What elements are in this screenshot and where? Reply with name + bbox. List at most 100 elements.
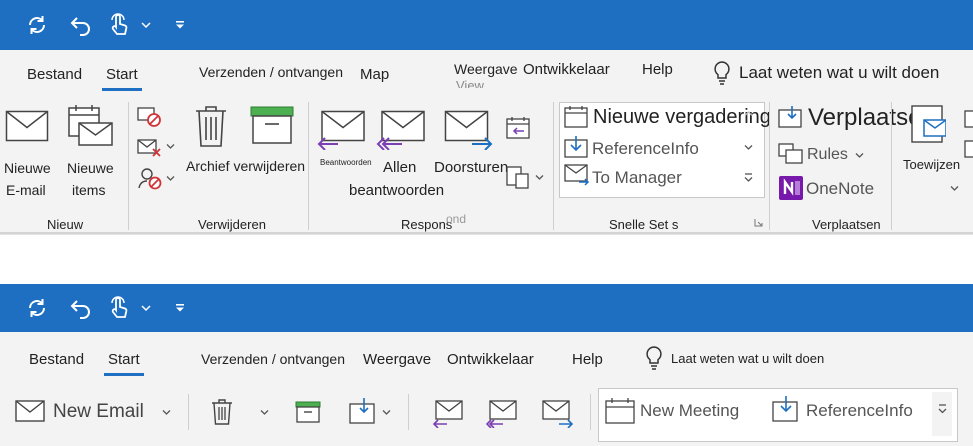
tab-send-receive[interactable]: Verzenden / ontvangen — [199, 64, 343, 80]
reference-info-icon[interactable] — [772, 396, 800, 422]
forward-icon[interactable] — [542, 400, 574, 428]
chevron-down-icon[interactable] — [162, 409, 171, 416]
assign-label[interactable]: Toewijzen — [903, 157, 960, 172]
reference-info-icon[interactable] — [564, 136, 588, 158]
group-label-move: Verplaatsen — [812, 217, 881, 232]
calendar-icon[interactable] — [605, 398, 635, 424]
quick-step-reference-info[interactable]: ReferenceInfo — [592, 139, 699, 159]
new-email-label-1[interactable]: Nieuwe — [4, 160, 51, 176]
ribbon-tabs: Bestand Start Verzenden / ontvangen Map … — [0, 50, 973, 96]
forward-label[interactable]: Doorsturen — [434, 159, 508, 176]
new-email-button[interactable]: New Email — [53, 401, 144, 423]
new-items-icon[interactable] — [66, 104, 114, 148]
group-label-delete: Verwijderen — [198, 217, 266, 232]
move-icon[interactable] — [349, 398, 377, 424]
separator — [188, 394, 189, 430]
reply-icon[interactable] — [432, 400, 464, 428]
tab-developer[interactable]: Ontwikkelaar — [523, 61, 610, 78]
junk-icon[interactable] — [137, 166, 163, 190]
separator — [891, 102, 892, 230]
chevron-down-icon[interactable] — [260, 409, 269, 416]
new-email-label-2[interactable]: E-mail — [6, 182, 46, 198]
tag-icon[interactable] — [964, 140, 973, 158]
gallery-more-icon[interactable] — [744, 173, 753, 183]
customize-toolbar-icon[interactable] — [172, 0, 188, 50]
group-label-quick-steps: Snelle Set s — [609, 217, 679, 232]
mail-icon[interactable] — [15, 400, 45, 422]
rules-label[interactable]: Rules — [807, 146, 848, 164]
tab-developer[interactable]: Ontwikkelaar — [447, 351, 534, 368]
chevron-down-icon[interactable] — [138, 0, 154, 50]
ribbon-tabs: Bestand Start Verzenden / ontvangen Weer… — [0, 332, 973, 382]
group-label-respond-ghost: ond — [446, 212, 467, 226]
chevron-down-icon[interactable] — [855, 152, 864, 159]
tab-help[interactable]: Help — [642, 61, 673, 78]
assign-policy-icon[interactable] — [910, 104, 946, 148]
undo-icon[interactable] — [66, 0, 96, 50]
sync-icon[interactable] — [22, 0, 52, 50]
dialog-launcher-icon[interactable] — [754, 218, 763, 227]
chevron-down-icon[interactable] — [535, 174, 544, 181]
delete-icon[interactable] — [194, 104, 228, 148]
rules-icon[interactable] — [778, 143, 804, 165]
onenote-icon[interactable] — [779, 176, 803, 200]
tell-me-box[interactable]: Laat weten wat u wilt doen — [671, 351, 824, 366]
tab-send-receive[interactable]: Verzenden / ontvangen — [201, 351, 345, 367]
chevron-down-icon[interactable] — [138, 284, 154, 332]
mail-icon[interactable] — [5, 110, 49, 142]
quick-step-to-manager[interactable]: To Manager — [592, 168, 682, 188]
delete-icon[interactable] — [211, 398, 233, 426]
reply-all-label-1[interactable]: Allen — [383, 159, 416, 176]
move-icon[interactable] — [778, 106, 804, 128]
archive-delete-label[interactable]: Archief verwijderen — [186, 158, 305, 174]
tab-view-ghost: View — [456, 78, 484, 88]
tag-icon[interactable] — [964, 110, 973, 128]
chevron-down-icon[interactable] — [382, 409, 391, 416]
tab-view[interactable]: Weergave — [454, 61, 518, 77]
touch-mode-icon[interactable] — [104, 0, 134, 50]
sync-icon[interactable] — [22, 284, 52, 332]
quick-step-reference-info[interactable]: ReferenceInfo — [806, 401, 913, 421]
reply-with-meeting-icon[interactable] — [505, 116, 531, 140]
chevron-down-icon[interactable] — [166, 143, 175, 150]
tab-view[interactable]: Weergave — [363, 351, 431, 368]
forward-icon[interactable] — [444, 110, 494, 150]
tab-help[interactable]: Help — [572, 351, 603, 368]
tab-folder[interactable]: Map — [360, 66, 389, 83]
ignore-icon[interactable] — [137, 106, 163, 128]
lightbulb-icon[interactable] — [644, 345, 664, 371]
reply-icon[interactable] — [316, 110, 366, 150]
chevron-down-icon[interactable] — [166, 175, 175, 182]
archive-icon[interactable] — [295, 401, 321, 423]
scroll-down-icon[interactable] — [744, 144, 753, 151]
new-items-label-1[interactable]: Nieuwe — [67, 160, 114, 176]
separator — [769, 102, 770, 230]
tab-home[interactable]: Start — [102, 66, 142, 91]
new-items-label-2[interactable]: items — [72, 182, 105, 198]
onenote-label[interactable]: OneNote — [806, 179, 874, 199]
cleanup-icon[interactable] — [137, 136, 163, 158]
touch-mode-icon[interactable] — [104, 284, 134, 332]
quick-step-new-meeting[interactable]: New Meeting — [640, 401, 739, 421]
archive-icon[interactable] — [250, 106, 294, 144]
more-respond-icon[interactable] — [505, 164, 531, 190]
reply-label[interactable]: Beantwoorden — [320, 158, 372, 167]
chevron-down-icon[interactable] — [950, 185, 959, 192]
tab-file[interactable]: Bestand — [29, 351, 84, 368]
to-manager-icon[interactable] — [564, 164, 590, 186]
customize-toolbar-icon[interactable] — [172, 284, 188, 332]
tell-me-box[interactable]: Laat weten wat u wilt doen — [739, 63, 939, 83]
reply-all-icon[interactable] — [376, 110, 426, 150]
tab-file[interactable]: Bestand — [27, 66, 82, 83]
calendar-icon[interactable] — [564, 106, 588, 128]
lightbulb-icon[interactable] — [712, 60, 732, 86]
reply-all-label-2[interactable]: beantwoorden — [349, 182, 444, 199]
ribbon-home-simplified: New Email New Meeting ReferenceInfo — [0, 382, 973, 446]
gallery-more-icon[interactable] — [938, 404, 947, 416]
reply-all-icon[interactable] — [486, 400, 518, 428]
screenshot-divider — [0, 234, 973, 285]
undo-icon[interactable] — [66, 284, 96, 332]
tab-home[interactable]: Start — [104, 351, 144, 376]
scroll-up-icon[interactable] — [744, 110, 753, 117]
quick-access-toolbar — [0, 284, 973, 332]
